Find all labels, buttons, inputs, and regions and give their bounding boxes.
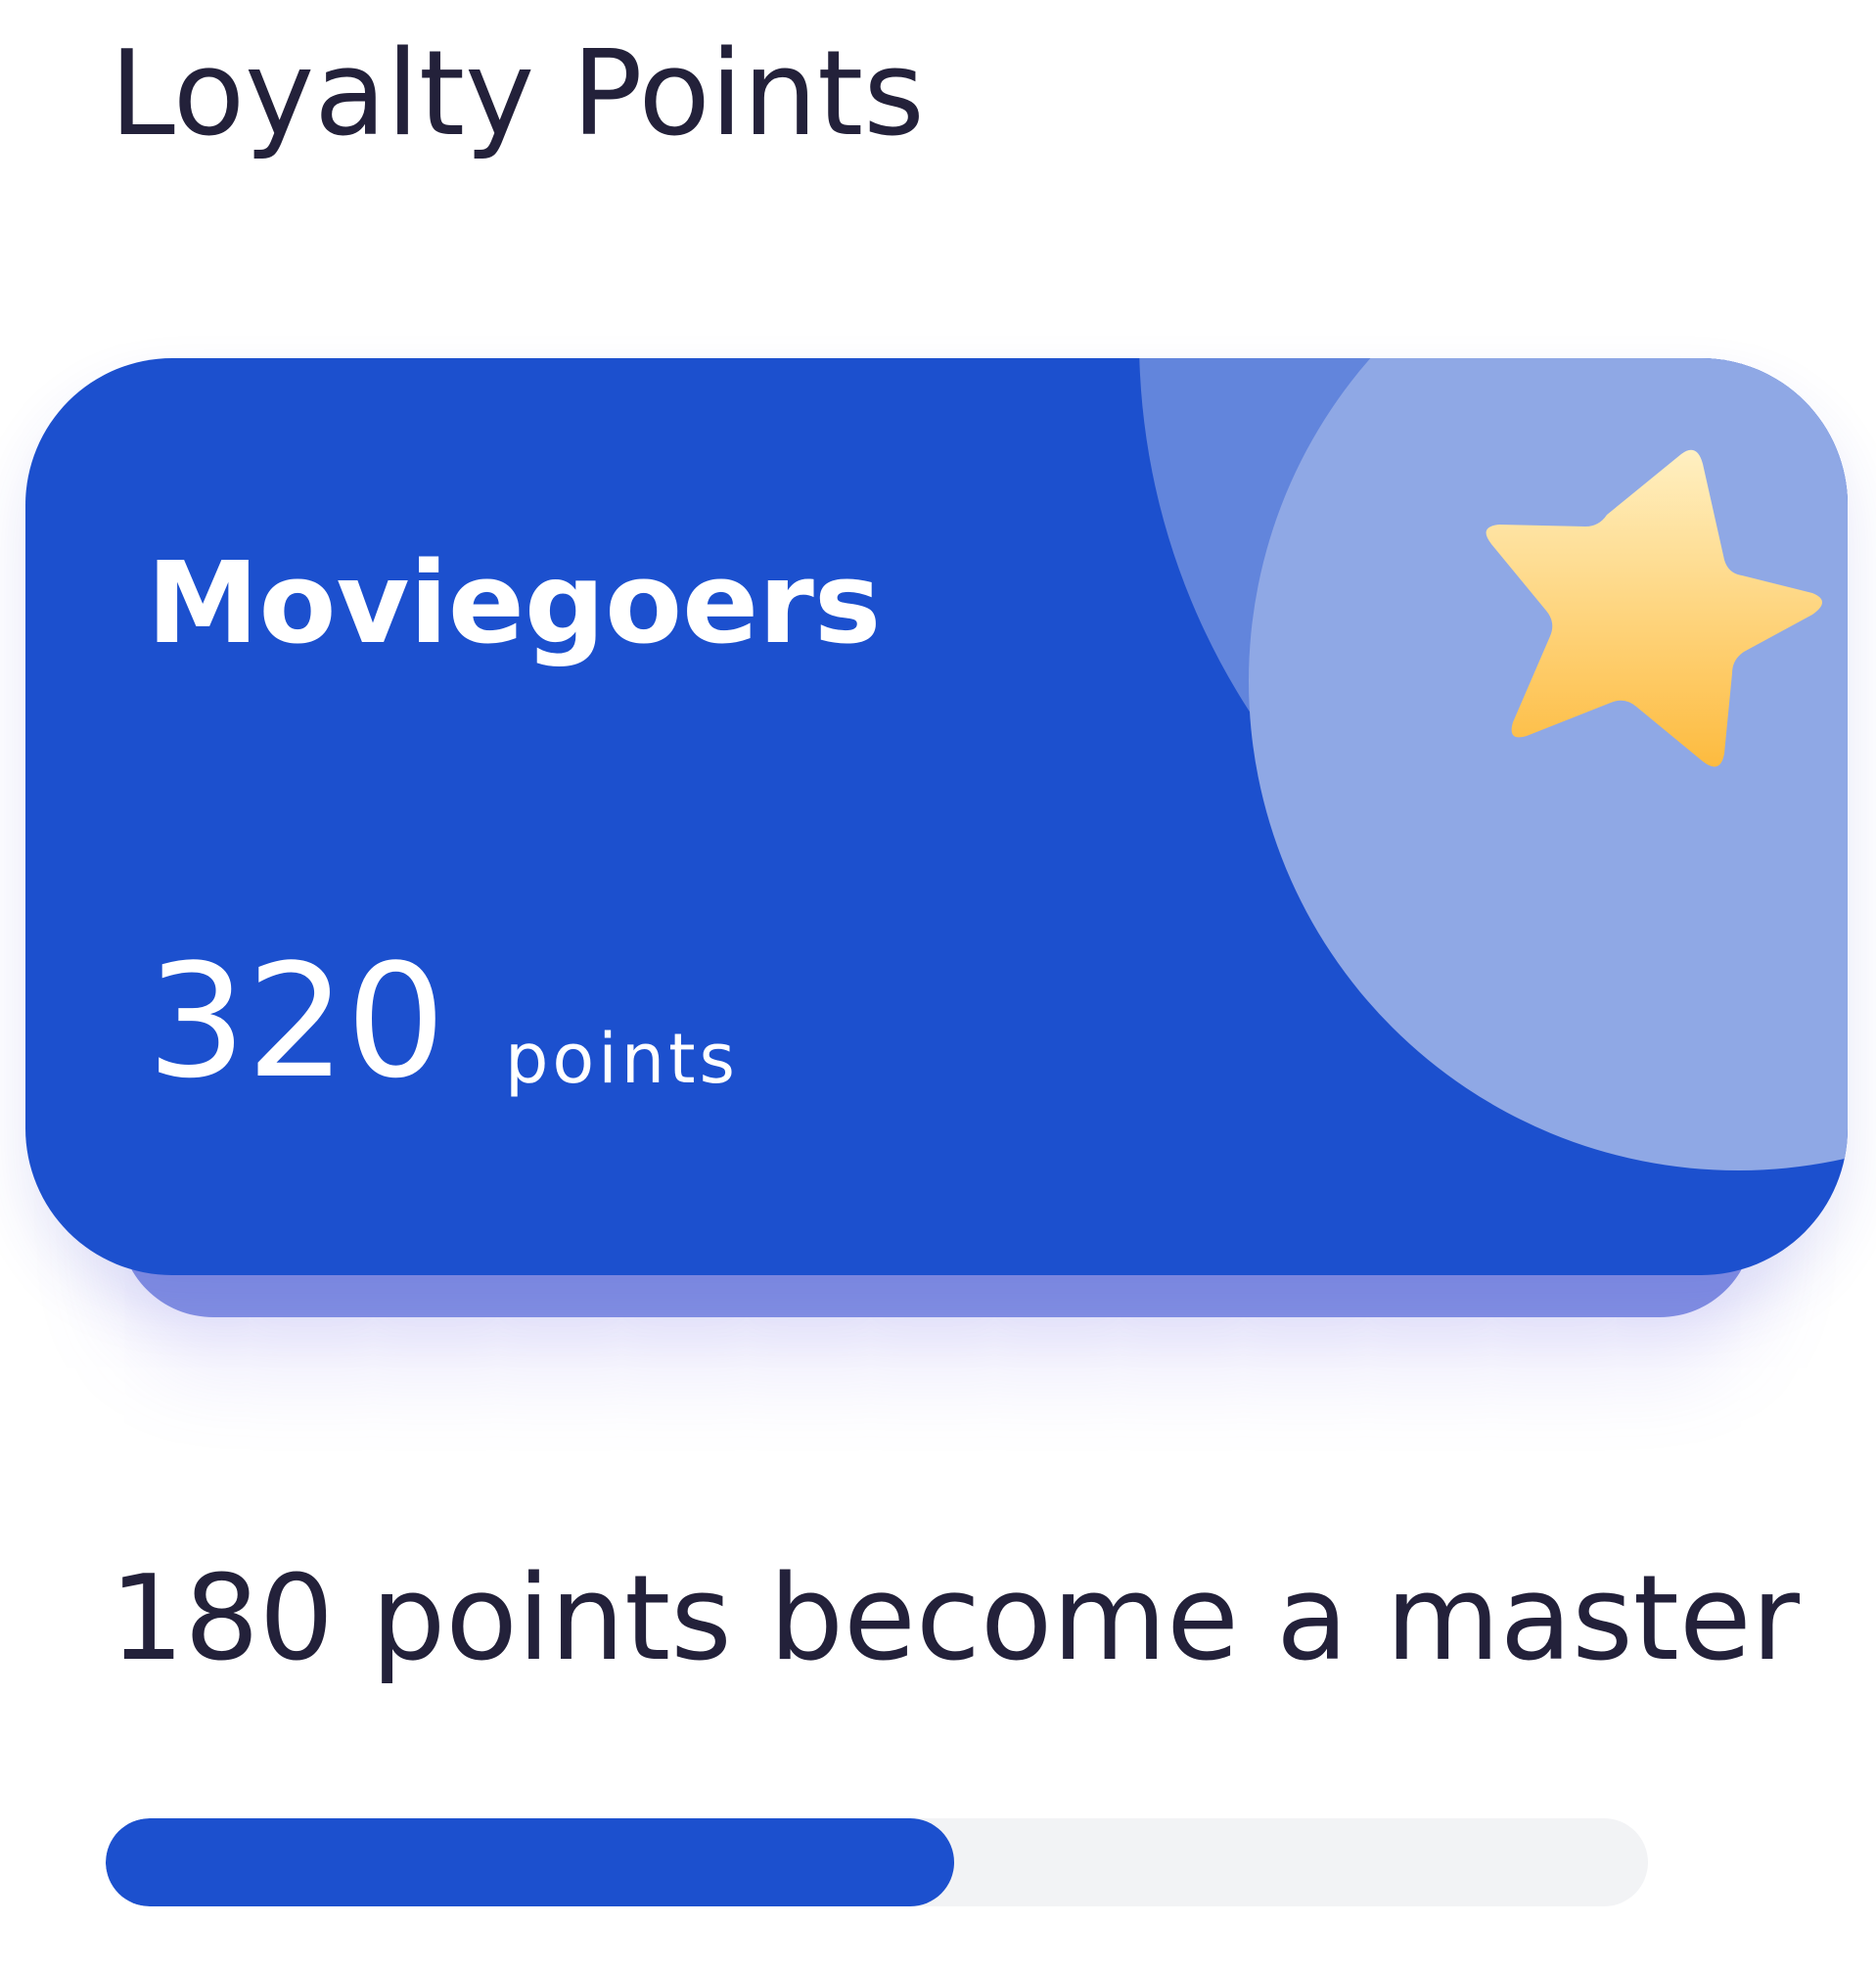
progress-label: 180 points become a master <box>110 1551 1800 1687</box>
progress-bar-track <box>106 1818 1648 1906</box>
points-value: 320 <box>147 930 446 1113</box>
loyalty-card-stack: Moviegoers 320 points <box>25 358 1848 1321</box>
tier-name: Moviegoers <box>147 538 882 669</box>
star-icon <box>1486 449 1822 767</box>
page-title: Loyalty Points <box>110 26 925 162</box>
loyalty-card[interactable]: Moviegoers 320 points <box>25 358 1848 1275</box>
points-unit-label: points <box>505 1019 739 1099</box>
progress-bar-fill <box>106 1818 954 1906</box>
